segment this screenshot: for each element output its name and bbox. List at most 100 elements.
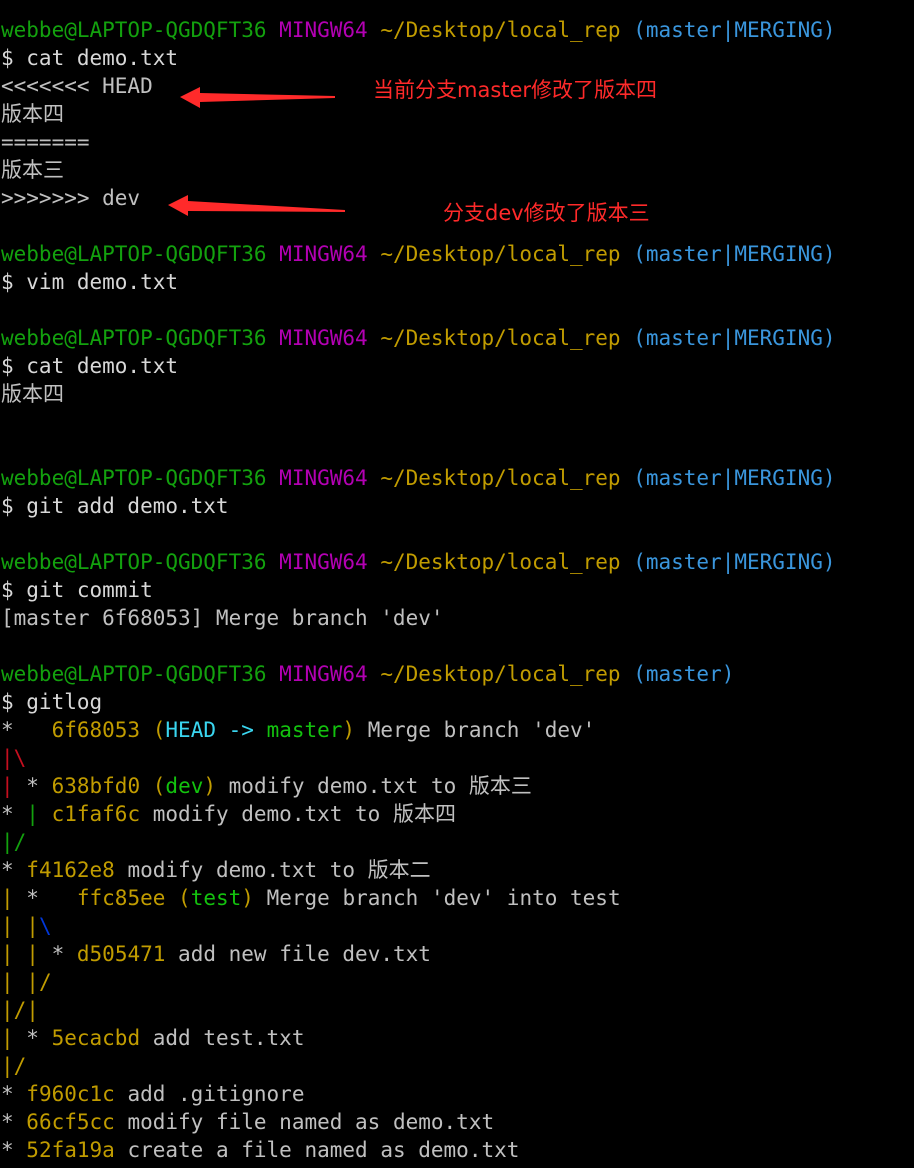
graph-line: |\ (1, 746, 27, 770)
ref-dev: dev (165, 774, 204, 798)
prompt-branch: (master|MERGING) (633, 550, 836, 574)
ref-master: master (266, 718, 343, 742)
command-line: $ gitlog (1, 690, 103, 714)
prompt-branch: (master|MERGING) (633, 466, 836, 490)
prompt-shell: MINGW64 (279, 662, 368, 686)
commit-message: Merge branch 'dev' into test (253, 886, 621, 910)
graph-glyph: * (1, 1110, 27, 1134)
log-commit-row: | * 5ecacbd add test.txt (1, 1024, 304, 1052)
log-commit-row: * 52fa19a create a file named as demo.tx… (1, 1136, 519, 1164)
prompt-user-host: webbe@LAPTOP-QGDQFT36 (1, 662, 267, 686)
graph-glyph: | (1, 942, 27, 966)
ref-paren: ) (203, 774, 217, 798)
log-commit-row: | * 638bfd0 (dev) modify demo.txt to 版本三 (1, 772, 532, 800)
commit-message: create a file named as demo.txt (114, 1138, 520, 1162)
log-commit-row: * | c1faf6c modify demo.txt to 版本四 (1, 800, 456, 828)
graph-glyph: * (1, 718, 52, 742)
commit-hash: c1faf6c (51, 802, 141, 826)
prompt-shell: MINGW64 (279, 466, 368, 490)
prompt-user-host: webbe@LAPTOP-QGDQFT36 (1, 466, 267, 490)
prompt-branch: (master|MERGING) (633, 326, 836, 350)
ref-test: test (190, 886, 242, 910)
commit-hash: 66cf5cc (26, 1110, 115, 1134)
log-commit-row: | * ffc85ee (test) Merge branch 'dev' in… (1, 884, 621, 912)
graph-glyph: | (1, 914, 27, 938)
ref-paren: ( (178, 886, 191, 910)
terminal-window[interactable]: webbe@LAPTOP-QGDQFT36 MINGW64 ~/Desktop/… (0, 0, 914, 1168)
graph-line: | |\ (1, 912, 52, 940)
commit-message: modify demo.txt to 版本四 (140, 802, 456, 826)
log-commit-row: * f4162e8 modify demo.txt to 版本二 (1, 856, 431, 884)
commit-hash: 5ecacbd (51, 1026, 141, 1050)
prompt-shell: MINGW64 (279, 550, 368, 574)
commit-hash: f4162e8 (26, 858, 115, 882)
prompt-line: webbe@LAPTOP-QGDQFT36 MINGW64 ~/Desktop/… (1, 464, 836, 492)
prompt-line: webbe@LAPTOP-QGDQFT36 MINGW64 ~/Desktop/… (1, 660, 734, 688)
commit-message: modify demo.txt to 版本三 (216, 774, 532, 798)
graph-glyph: | (26, 802, 52, 826)
graph-glyph: |/ (1, 998, 27, 1022)
ref-paren: ( (152, 774, 166, 798)
output-line: 版本四 (1, 382, 64, 406)
arrow-icon (180, 87, 335, 108)
prompt-shell: MINGW64 (279, 326, 368, 350)
graph-glyph: |/ (26, 970, 52, 994)
graph-glyph: | (1, 886, 27, 910)
prompt-path: ~/Desktop/local_rep (380, 662, 621, 686)
command-line: $ git add demo.txt (1, 494, 229, 518)
command-line: $ vim demo.txt (1, 270, 179, 294)
graph-line: |/ (1, 830, 27, 854)
graph-glyph: | (1, 970, 27, 994)
annotation-dev-note: 分支dev修改了版本三 (443, 201, 650, 225)
ref-head: HEAD -> (165, 718, 267, 742)
graph-line: |/ (1, 1054, 27, 1078)
graph-glyph: \ (38, 914, 52, 938)
prompt-path: ~/Desktop/local_rep (380, 466, 621, 490)
graph-glyph: * (1, 1082, 27, 1106)
commit-message: add test.txt (140, 1026, 305, 1050)
graph-glyph: | (26, 914, 39, 938)
prompt-user-host: webbe@LAPTOP-QGDQFT36 (1, 550, 267, 574)
graph-glyph: * (1, 858, 27, 882)
graph-glyph: | (26, 942, 52, 966)
commit-message: add new file dev.txt (165, 942, 431, 966)
commit-message: modify demo.txt to 版本二 (114, 858, 431, 882)
graph-glyph: * (26, 774, 52, 798)
graph-glyph: | (1, 774, 27, 798)
prompt-line: webbe@LAPTOP-QGDQFT36 MINGW64 ~/Desktop/… (1, 548, 836, 576)
log-commit-row: | | * d505471 add new file dev.txt (1, 940, 431, 968)
graph-glyph: * (26, 1026, 52, 1050)
graph-glyph: * (1, 802, 27, 826)
log-commit-row: * f960c1c add .gitignore (1, 1080, 304, 1108)
commit-message: modify file named as demo.txt (114, 1110, 495, 1134)
graph-glyph: * (26, 886, 77, 910)
commit-hash: 638bfd0 (51, 774, 141, 798)
commit-hash: ffc85ee (76, 886, 166, 910)
commit-message: Merge branch 'dev' (355, 718, 596, 742)
graph-glyph: | (26, 998, 39, 1022)
commit-hash: d505471 (76, 942, 166, 966)
ref-paren: ) (342, 718, 356, 742)
prompt-path: ~/Desktop/local_rep (380, 550, 621, 574)
ref-paren: ( (152, 718, 166, 742)
prompt-path: ~/Desktop/local_rep (380, 326, 621, 350)
commit-hash: 52fa19a (26, 1138, 115, 1162)
commit-hash: 6f68053 (51, 718, 141, 742)
log-commit-row: * 66cf5cc modify file named as demo.txt (1, 1108, 494, 1136)
log-commit-row: * 6f68053 (HEAD -> master) Merge branch … (1, 716, 595, 744)
graph-glyph: | (1, 1026, 27, 1050)
annotation-head-note: 当前分支master修改了版本四 (373, 78, 658, 102)
graph-glyph: * (1, 1138, 27, 1162)
graph-line: |/| (1, 996, 39, 1024)
prompt-user-host: webbe@LAPTOP-QGDQFT36 (1, 326, 267, 350)
command-line: $ cat demo.txt (1, 354, 179, 378)
graph-line: | |/ (1, 968, 52, 996)
commit-message: add .gitignore (114, 1082, 305, 1106)
graph-glyph: * (51, 942, 77, 966)
prompt-line: webbe@LAPTOP-QGDQFT36 MINGW64 ~/Desktop/… (1, 324, 836, 352)
ref-paren: ) (241, 886, 254, 910)
output-line: [master 6f68053] Merge branch 'dev' (1, 606, 444, 630)
arrow-icon (168, 195, 345, 216)
commit-hash: f960c1c (26, 1082, 115, 1106)
command-line: $ git commit (1, 578, 153, 602)
